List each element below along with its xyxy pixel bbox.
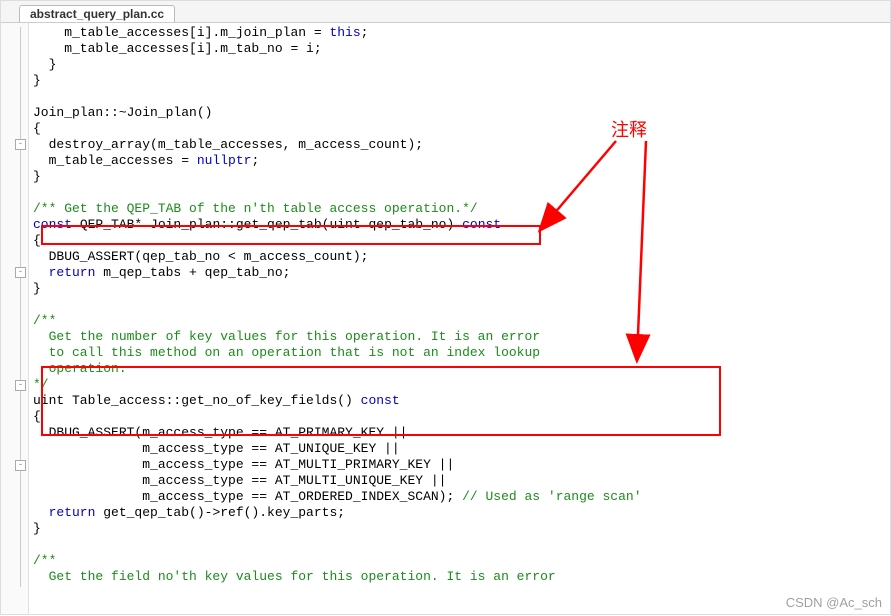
code-line: /** — [33, 313, 56, 328]
fold-icon[interactable]: - — [15, 380, 26, 391]
file-tab[interactable]: abstract_query_plan.cc — [19, 5, 175, 22]
code-area[interactable]: m_table_accesses[i].m_join_plan = this; … — [29, 23, 890, 614]
code-line: DBUG_ASSERT(m_access_type == AT_PRIMARY_… — [33, 425, 407, 440]
code-line: } — [33, 73, 41, 88]
code-line: } — [33, 57, 56, 72]
code-line: return m_qep_tabs + qep_tab_no; — [33, 265, 290, 280]
code-line: const QEP_TAB* Join_plan::get_qep_tab(ui… — [33, 217, 501, 232]
code-line: operation. — [33, 361, 127, 376]
code-line: m_access_type == AT_ORDERED_INDEX_SCAN);… — [33, 489, 642, 504]
code-line: { — [33, 409, 41, 424]
code-line: destroy_array(m_table_accesses, m_access… — [33, 137, 423, 152]
code-line: Get the field no'th key values for this … — [33, 569, 556, 584]
code-line: m_table_accesses = nullptr; — [33, 153, 259, 168]
code-line: /** Get the QEP_TAB of the n'th table ac… — [33, 201, 478, 216]
code-line: m_access_type == AT_UNIQUE_KEY || — [33, 441, 400, 456]
code-line: */ — [33, 377, 49, 392]
code-line: return get_qep_tab()->ref().key_parts; — [33, 505, 345, 520]
code-line: DBUG_ASSERT(qep_tab_no < m_access_count)… — [33, 249, 368, 264]
code-line: } — [33, 169, 41, 184]
code-line: { — [33, 233, 41, 248]
code-line: m_access_type == AT_MULTI_UNIQUE_KEY || — [33, 473, 446, 488]
code-line: uint Table_access::get_no_of_key_fields(… — [33, 393, 400, 408]
code-line: { — [33, 121, 41, 136]
code-line: m_table_accesses[i].m_tab_no = i; — [33, 41, 322, 56]
watermark: CSDN @Ac_sch — [786, 595, 882, 610]
code-line: /** — [33, 553, 56, 568]
code-line: to call this method on an operation that… — [33, 345, 540, 360]
fold-icon[interactable]: - — [15, 267, 26, 278]
code-line: m_access_type == AT_MULTI_PRIMARY_KEY || — [33, 457, 454, 472]
fold-icon[interactable]: - — [15, 139, 26, 150]
editor[interactable]: - - - - m_table_accesses[i].m_join_plan … — [1, 23, 890, 614]
code-line: } — [33, 521, 41, 536]
code-line: Get the number of key values for this op… — [33, 329, 540, 344]
tab-bar: abstract_query_plan.cc — [1, 1, 890, 23]
gutter: - - - - — [1, 23, 29, 614]
code-line: m_table_accesses[i].m_join_plan = this; — [33, 25, 368, 40]
annotation-label: 注释 — [611, 116, 647, 142]
fold-icon[interactable]: - — [15, 460, 26, 471]
code-line: Join_plan::~Join_plan() — [33, 105, 212, 120]
code-line: } — [33, 281, 41, 296]
